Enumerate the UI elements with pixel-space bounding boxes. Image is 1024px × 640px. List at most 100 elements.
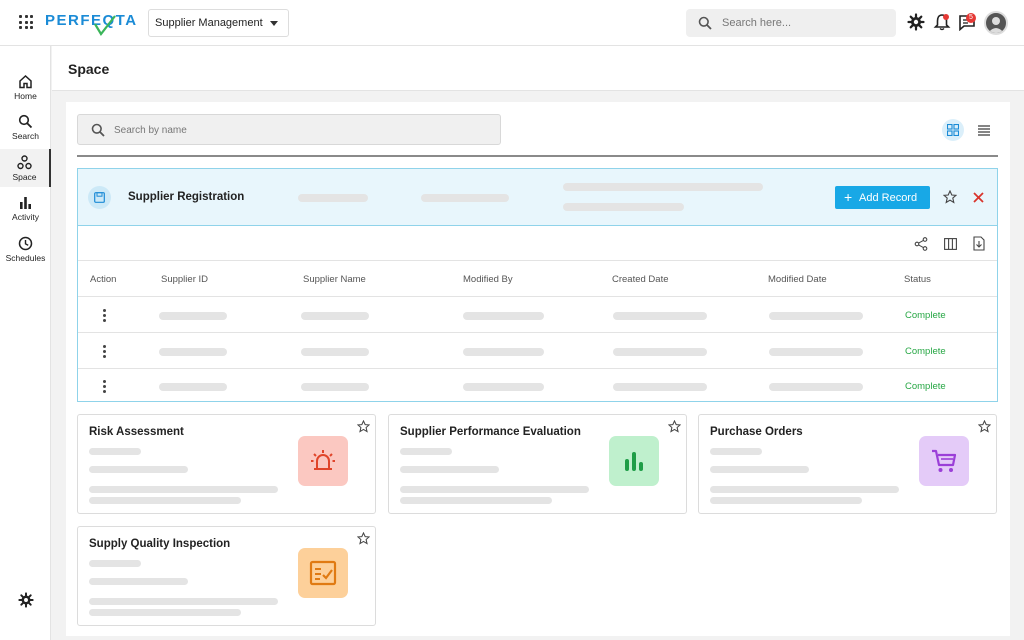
columns-icon[interactable] <box>944 238 957 250</box>
apps-grid-icon[interactable] <box>19 15 33 29</box>
loading-placeholder <box>301 312 369 320</box>
card-title: Supplier Performance Evaluation <box>400 426 581 438</box>
loading-placeholder <box>89 598 278 605</box>
loading-placeholder <box>89 560 141 567</box>
loading-placeholder <box>563 203 684 211</box>
more-options-icon[interactable] <box>103 345 107 359</box>
star-icon[interactable] <box>357 420 370 433</box>
loading-placeholder <box>301 348 369 356</box>
column-header-supplier-name[interactable]: Supplier Name <box>303 274 366 285</box>
sidebar-item-label: Space <box>12 172 37 182</box>
sidebar-item-label: Search <box>12 131 39 141</box>
column-header-created-date[interactable]: Created Date <box>612 274 669 285</box>
bar-chart-icon <box>20 197 31 209</box>
page-header: Space <box>52 46 1024 91</box>
more-options-icon[interactable] <box>103 380 107 394</box>
clock-icon <box>18 236 33 251</box>
loading-placeholder <box>463 383 544 391</box>
column-header-modified-by[interactable]: Modified By <box>463 274 513 285</box>
loading-placeholder <box>89 486 278 493</box>
status-badge: Complete <box>905 346 946 357</box>
column-header-modified-date[interactable]: Modified Date <box>768 274 827 285</box>
loading-placeholder <box>769 383 863 391</box>
loading-placeholder <box>463 312 544 320</box>
star-icon[interactable] <box>978 420 991 433</box>
loading-placeholder <box>159 383 227 391</box>
card-title: Supply Quality Inspection <box>89 538 231 550</box>
loading-placeholder <box>400 448 452 455</box>
sidebar-item-label: Home <box>14 91 37 101</box>
more-options-icon[interactable] <box>103 309 107 323</box>
search-icon <box>91 123 105 137</box>
star-icon[interactable] <box>357 532 370 545</box>
space-card-supplier-performance-evaluation[interactable]: Supplier Performance Evaluation <box>388 414 687 514</box>
table-row[interactable]: Complete <box>78 298 997 333</box>
notification-dot <box>943 14 949 20</box>
card-title: Risk Assessment <box>89 426 184 438</box>
page-title: Space <box>68 61 110 77</box>
sidebar-item-space[interactable]: Space <box>0 149 51 187</box>
export-icon[interactable] <box>973 236 985 251</box>
space-card-purchase-orders[interactable]: Purchase Orders <box>698 414 997 514</box>
module-select[interactable]: Supplier Management <box>148 9 289 37</box>
user-avatar[interactable] <box>984 11 1008 35</box>
search-icon <box>698 16 712 30</box>
loading-placeholder <box>710 497 862 504</box>
table-row[interactable]: Complete <box>78 369 997 404</box>
table-row[interactable]: Complete <box>78 334 997 369</box>
loading-placeholder <box>769 312 863 320</box>
sidebar-item-activity[interactable]: Activity <box>0 189 51 227</box>
sidebar-item-search[interactable]: Search <box>0 108 51 146</box>
loading-placeholder <box>400 497 552 504</box>
space-card-risk-assessment[interactable]: Risk Assessment <box>77 414 376 514</box>
loading-placeholder <box>613 312 707 320</box>
loading-placeholder <box>400 466 499 473</box>
table-header: Action Supplier ID Supplier Name Modifie… <box>78 262 997 297</box>
list-view-icon <box>978 125 990 136</box>
grid-view-button[interactable] <box>942 119 964 141</box>
plus-icon: + <box>844 189 853 205</box>
loading-placeholder <box>89 466 188 473</box>
table-toolbar <box>78 227 997 261</box>
space-card-supply-quality-inspection[interactable]: Supply Quality Inspection <box>77 526 376 626</box>
space-content: Supplier Registration + Add Record Action… <box>66 102 1010 636</box>
share-icon[interactable] <box>914 237 928 251</box>
column-header-supplier-id[interactable]: Supplier ID <box>161 274 208 285</box>
form-icon <box>88 186 111 209</box>
name-search-input[interactable] <box>114 123 414 137</box>
loading-placeholder <box>159 348 227 356</box>
top-bar: PERFEQTA Supplier Management 5 <box>0 0 1024 46</box>
supplier-registration-panel: Supplier Registration + Add Record Action… <box>77 168 998 402</box>
add-record-button[interactable]: + Add Record <box>835 186 930 209</box>
loading-placeholder <box>769 348 863 356</box>
sidebar-item-label: Schedules <box>5 253 46 263</box>
loading-placeholder <box>298 194 368 202</box>
card-icon-tile <box>609 436 659 486</box>
global-search[interactable] <box>686 9 896 37</box>
loading-placeholder <box>159 312 227 320</box>
loading-placeholder <box>89 609 241 616</box>
star-icon[interactable] <box>943 190 957 204</box>
sidebar-item-home[interactable]: Home <box>0 68 51 106</box>
bar-chart-icon <box>625 452 643 471</box>
divider <box>77 155 998 157</box>
message-count-badge: 5 <box>966 13 976 23</box>
loading-placeholder <box>613 348 707 356</box>
module-select-value: Supplier Management <box>155 17 263 29</box>
column-header-status[interactable]: Status <box>904 274 931 285</box>
status-badge: Complete <box>905 381 946 392</box>
gear-icon[interactable] <box>18 592 34 608</box>
close-icon[interactable] <box>973 192 984 203</box>
star-icon[interactable] <box>668 420 681 433</box>
sidebar-item-label: Activity <box>12 212 39 222</box>
logo-check-icon <box>94 15 116 36</box>
name-search[interactable] <box>77 114 501 145</box>
sidebar-item-schedules[interactable]: Schedules <box>0 230 51 268</box>
loading-placeholder <box>400 486 589 493</box>
global-search-input[interactable] <box>722 15 882 31</box>
loading-placeholder <box>563 183 763 191</box>
card-icon-tile <box>298 548 348 598</box>
list-view-button[interactable] <box>973 119 995 141</box>
chevron-down-icon <box>270 21 278 26</box>
gear-icon[interactable] <box>907 13 925 31</box>
